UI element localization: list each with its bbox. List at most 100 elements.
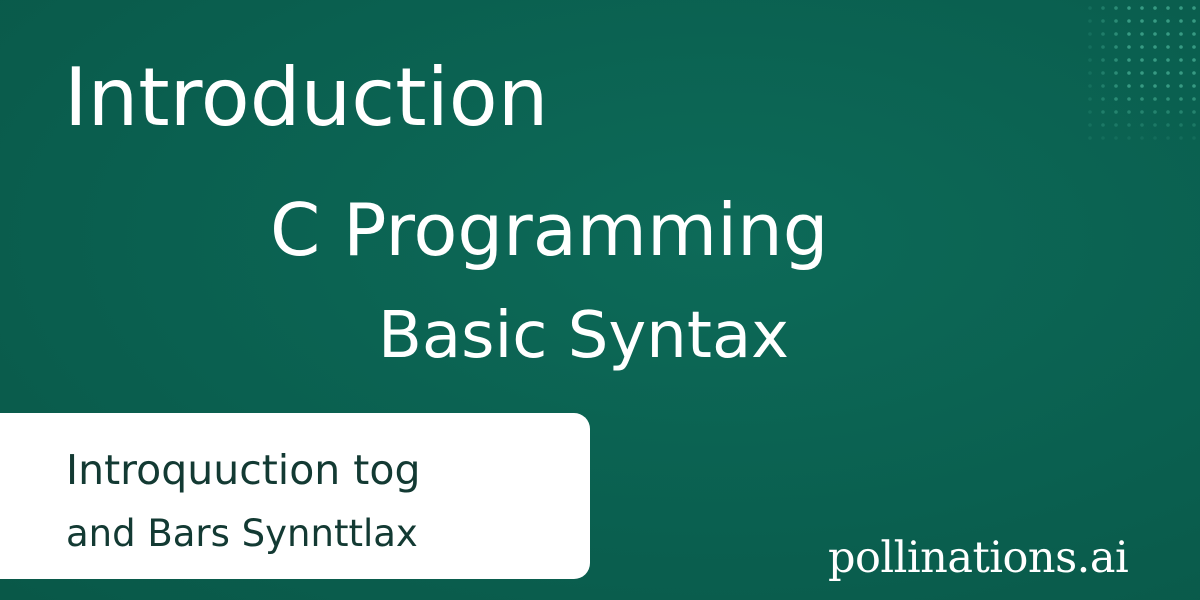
decor-dot <box>1114 110 1118 114</box>
decor-dot <box>1088 84 1092 88</box>
decor-dot <box>1153 97 1157 101</box>
decor-dot <box>1192 136 1196 140</box>
decor-dot <box>1101 32 1105 36</box>
caption-line-2: and Bars Synnttlax <box>66 512 418 555</box>
decor-dot <box>1088 45 1092 49</box>
decor-dot <box>1140 45 1144 49</box>
decor-dot <box>1114 6 1118 10</box>
decor-dot <box>1127 6 1131 10</box>
decor-dot <box>1153 71 1157 75</box>
decor-dot <box>1127 19 1131 23</box>
decor-dot <box>1101 136 1105 140</box>
decor-dot <box>1088 6 1092 10</box>
decor-dot <box>1088 19 1092 23</box>
decor-dot <box>1153 123 1157 127</box>
decor-dot <box>1127 123 1131 127</box>
decor-dot <box>1127 58 1131 62</box>
decor-dot <box>1166 136 1170 140</box>
decor-dot <box>1192 58 1196 62</box>
decor-dot <box>1114 58 1118 62</box>
dot-grid-icon <box>1088 6 1196 140</box>
decor-dot <box>1179 58 1183 62</box>
decor-dot <box>1127 97 1131 101</box>
decor-dot <box>1166 71 1170 75</box>
decor-dot <box>1192 97 1196 101</box>
decor-dot <box>1179 123 1183 127</box>
decor-dot <box>1101 45 1105 49</box>
decor-dot <box>1192 110 1196 114</box>
decor-dot <box>1101 110 1105 114</box>
decor-dot <box>1101 84 1105 88</box>
decor-dot <box>1166 123 1170 127</box>
decor-dot <box>1179 84 1183 88</box>
decor-dot <box>1140 123 1144 127</box>
decor-dot <box>1179 97 1183 101</box>
decor-dot <box>1153 58 1157 62</box>
decor-dot <box>1140 32 1144 36</box>
decor-dot <box>1140 58 1144 62</box>
decor-dot <box>1153 84 1157 88</box>
slide-heading: Introduction <box>64 51 549 144</box>
decor-dot <box>1114 32 1118 36</box>
decor-dot <box>1114 123 1118 127</box>
decor-dot <box>1179 32 1183 36</box>
decor-dot <box>1166 19 1170 23</box>
decor-dot <box>1192 84 1196 88</box>
decor-dot <box>1088 110 1092 114</box>
decor-dot <box>1127 32 1131 36</box>
caption-line-1: Introquuction tog <box>66 446 421 494</box>
decor-dot <box>1088 136 1092 140</box>
decor-dot <box>1166 58 1170 62</box>
decor-dot <box>1192 123 1196 127</box>
decor-dot <box>1179 136 1183 140</box>
decor-dot <box>1166 84 1170 88</box>
decor-dot <box>1088 32 1092 36</box>
slide-title: C Programming <box>270 188 829 272</box>
decor-dot <box>1114 71 1118 75</box>
watermark-text: pollinations.ai <box>828 533 1129 583</box>
decor-dot <box>1192 71 1196 75</box>
decor-dot <box>1179 71 1183 75</box>
decor-dot <box>1179 110 1183 114</box>
decor-dot <box>1101 123 1105 127</box>
decor-dot <box>1101 71 1105 75</box>
caption-card: Introquuction tog and Bars Synnttlax <box>0 413 590 579</box>
decor-dot <box>1114 136 1118 140</box>
decor-dot <box>1166 6 1170 10</box>
slide-canvas: Introduction C Programming Basic Syntax … <box>0 0 1200 600</box>
decor-dot <box>1166 45 1170 49</box>
decor-dot <box>1101 6 1105 10</box>
decor-dot <box>1088 71 1092 75</box>
decor-dot <box>1153 19 1157 23</box>
decor-dot <box>1153 136 1157 140</box>
decor-dot <box>1140 6 1144 10</box>
decor-dot <box>1140 110 1144 114</box>
decor-dot <box>1114 97 1118 101</box>
decor-dot <box>1088 97 1092 101</box>
decor-dot <box>1140 97 1144 101</box>
decor-dot <box>1153 45 1157 49</box>
decor-dot <box>1127 45 1131 49</box>
decor-dot <box>1166 97 1170 101</box>
decor-dot <box>1101 58 1105 62</box>
decor-dot <box>1127 136 1131 140</box>
decor-dot <box>1153 32 1157 36</box>
slide-subtitle: Basic Syntax <box>378 299 790 373</box>
decor-dot <box>1166 110 1170 114</box>
decor-dot <box>1114 84 1118 88</box>
decor-dot <box>1140 71 1144 75</box>
decor-dot <box>1114 19 1118 23</box>
decor-dot <box>1179 6 1183 10</box>
decor-dot <box>1192 19 1196 23</box>
decor-dot <box>1179 19 1183 23</box>
decor-dot <box>1127 71 1131 75</box>
decor-dot <box>1192 45 1196 49</box>
decor-dot <box>1088 58 1092 62</box>
decor-dot <box>1088 123 1092 127</box>
decor-dot <box>1153 110 1157 114</box>
decor-dot <box>1101 97 1105 101</box>
decor-dot <box>1192 6 1196 10</box>
decor-dot <box>1179 45 1183 49</box>
decor-dot <box>1140 136 1144 140</box>
decor-dot <box>1114 45 1118 49</box>
